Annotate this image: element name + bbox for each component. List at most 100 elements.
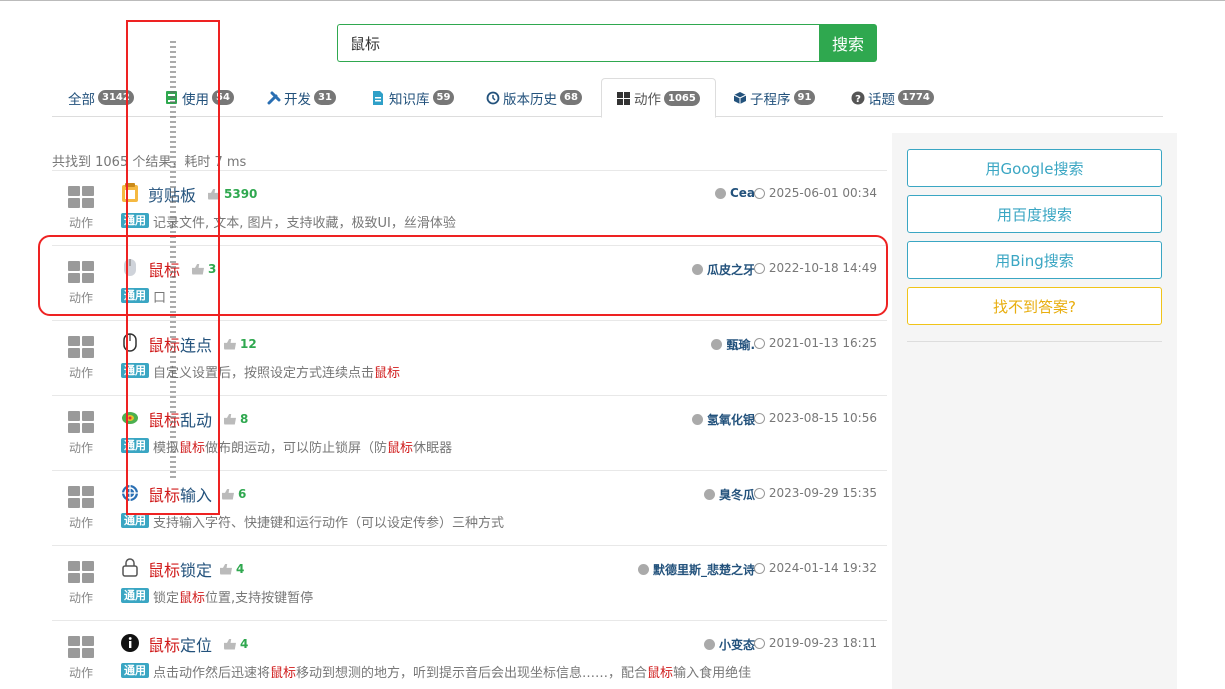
tab-label: 话题 <box>868 91 895 108</box>
highlight-term: 鼠标 <box>647 666 674 681</box>
baidu-search-button[interactable]: 用百度搜索 <box>907 195 1162 233</box>
highlight-term: 鼠标 <box>179 591 206 606</box>
author-name: 臭冬瓜 <box>718 488 755 502</box>
result-description: 输入食用绝佳 <box>673 666 752 681</box>
info-icon <box>121 633 139 652</box>
thumbs-up-icon <box>222 488 234 500</box>
history-icon <box>753 187 765 199</box>
like-count: 4 <box>220 562 244 576</box>
tab-label: 子程序 <box>750 91 791 108</box>
action-type-label: 动作 <box>69 591 94 605</box>
author-link[interactable]: 臭冬瓜 <box>703 486 755 503</box>
count-badge: 91 <box>793 90 816 105</box>
result-description: 休眠器 <box>413 441 453 456</box>
highlight-term: 鼠标 <box>270 666 297 681</box>
action-type-label: 动作 <box>69 366 94 380</box>
result-description: 位置,支持按键暂停 <box>205 591 314 606</box>
like-value: 12 <box>240 337 257 351</box>
thumbs-up-icon <box>220 563 232 575</box>
like-value: 4 <box>236 562 245 576</box>
author-link[interactable]: 氢氧化银 <box>691 411 755 428</box>
timestamp: 2023-08-15 10:56 <box>753 411 877 425</box>
count-badge: 68 <box>560 90 582 105</box>
file-icon <box>372 91 385 105</box>
like-value: 5390 <box>224 187 258 201</box>
result-title-link[interactable]: 鼠标定位 <box>148 632 212 656</box>
result-description: 移动到想测的地方，听到提示音后会出现坐标信息……，配合 <box>296 666 648 681</box>
description-line: 锁定鼠标位置,支持按键暂停 <box>153 587 313 606</box>
tab-actions[interactable]: 动作 1065 <box>601 78 716 118</box>
action-tile-icon <box>68 561 94 583</box>
user-icon <box>703 639 715 650</box>
timestamp: 2023-09-29 15:35 <box>753 486 877 500</box>
date-value: 2024-01-14 19:32 <box>768 561 877 575</box>
lock-icon <box>121 558 139 577</box>
date-value: 2025-06-01 00:34 <box>768 186 877 200</box>
search-input[interactable] <box>337 24 819 62</box>
highlight-term: 鼠标 <box>148 636 181 655</box>
date-value: 2021-01-13 16:25 <box>768 336 877 350</box>
no-answer-button[interactable]: 找不到答案? <box>907 287 1162 325</box>
count-badge: 1774 <box>898 90 934 105</box>
tab-subroutines[interactable]: 子程序 91 <box>733 78 816 117</box>
author-link[interactable]: 默德里斯_悲楚之诗 <box>637 561 755 578</box>
history-icon <box>753 412 765 424</box>
history-icon <box>486 91 500 105</box>
result-row[interactable]: 动作 鼠标定位 4 小变态 2019-09-23 18:11 通用 点击动作然后迅速将鼠标移… <box>52 620 887 689</box>
bing-search-button[interactable]: 用Bing搜索 <box>907 241 1162 279</box>
question-icon: ? <box>851 91 865 105</box>
result-description: 做布朗运动，可以防止锁屏（防 <box>205 441 388 456</box>
action-tile-icon <box>68 636 94 658</box>
platform-tag: 通用 <box>121 663 149 678</box>
result-title-link[interactable]: 鼠标锁定 <box>148 557 212 581</box>
user-icon <box>703 489 715 500</box>
date-value: 2023-09-29 15:35 <box>768 486 877 500</box>
user-icon <box>714 187 726 199</box>
tab-history[interactable]: 版本历史 68 <box>486 78 582 117</box>
author-name: 小变态 <box>718 638 755 652</box>
thumbs-up-icon <box>224 413 236 425</box>
action-tile-icon <box>68 336 94 358</box>
like-count: 8 <box>224 412 248 426</box>
author-name: 氢氧化银 <box>706 413 755 427</box>
grid-icon <box>617 91 630 105</box>
thumbs-up-icon <box>224 338 236 350</box>
author-link[interactable]: Cea <box>714 186 755 200</box>
result-row[interactable]: 动作 鼠标锁定 4 默德里斯_悲楚之诗 2024-01-14 19:32 通用 锁定鼠标位置… <box>52 545 887 620</box>
like-count: 12 <box>224 337 257 351</box>
like-value: 4 <box>240 637 249 651</box>
platform-tag: 通用 <box>121 513 149 528</box>
tab-topics[interactable]: ? 话题 1774 <box>851 78 934 117</box>
author-link[interactable]: 小变态 <box>703 636 755 653</box>
wrench-icon <box>267 91 281 105</box>
action-type-label: 动作 <box>69 441 94 455</box>
result-description: 锁定 <box>153 591 180 606</box>
highlight-term: 鼠标 <box>148 561 181 580</box>
result-description: 支持输入字符、快捷键和运行动作（可以设定传参）三种方式 <box>153 516 505 531</box>
search-button[interactable]: 搜索 <box>819 24 877 62</box>
action-tile-icon <box>68 486 94 508</box>
author-name: 默德里斯_悲楚之诗 <box>652 563 755 577</box>
google-search-button[interactable]: 用Google搜索 <box>907 149 1162 187</box>
tab-all[interactable]: 全部 3142 <box>68 78 134 117</box>
date-value: 2023-08-15 10:56 <box>768 411 877 425</box>
count-badge: 1065 <box>664 90 700 106</box>
tab-develop[interactable]: 开发 31 <box>267 78 336 117</box>
history-icon <box>753 487 765 499</box>
tab-knowledge[interactable]: 知识库 59 <box>372 78 455 117</box>
search-bar: 搜索 <box>337 24 877 62</box>
tab-label: 版本历史 <box>503 91 557 108</box>
author-link[interactable]: 甄瑜. <box>711 336 755 353</box>
action-type-label: 动作 <box>69 516 94 530</box>
thumbs-up-icon <box>224 638 236 650</box>
like-count: 4 <box>224 637 248 651</box>
like-value: 6 <box>238 487 247 501</box>
history-icon <box>753 337 765 349</box>
tab-label: 知识库 <box>389 91 430 108</box>
author-name: Cea <box>729 186 755 200</box>
timestamp: 2024-01-14 19:32 <box>753 561 877 575</box>
highlight-term: 鼠标 <box>387 441 414 456</box>
annotation-box-row <box>38 235 888 316</box>
action-type-label: 动作 <box>69 666 94 680</box>
description-line: 点击动作然后迅速将鼠标移动到想测的地方，听到提示音后会出现坐标信息……，配合鼠标… <box>153 662 751 681</box>
